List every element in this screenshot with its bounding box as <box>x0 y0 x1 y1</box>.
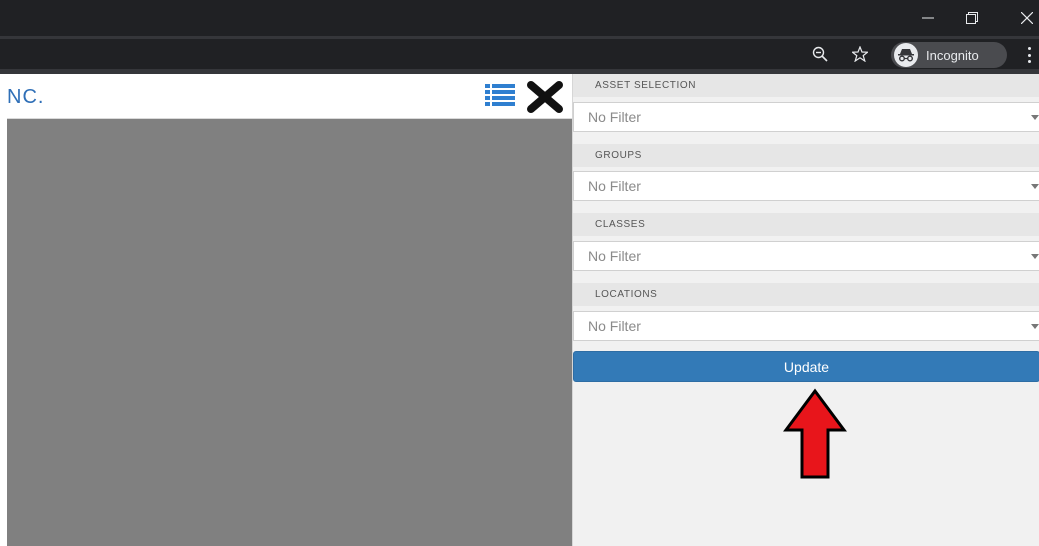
classes-label: CLASSES <box>573 213 1039 236</box>
web-page: NC. ASSET SELECTION No Filter GROUPS No … <box>0 74 1039 546</box>
list-icon[interactable] <box>485 83 515 107</box>
incognito-label: Incognito <box>926 47 979 63</box>
brand-name: NC. <box>7 86 45 108</box>
close-window-button[interactable] <box>1005 0 1039 36</box>
asset-selection-select[interactable]: No Filter <box>573 102 1039 132</box>
page-left-edge <box>0 74 7 546</box>
restore-icon <box>966 12 978 24</box>
close-window-icon <box>1021 12 1033 24</box>
minimize-icon <box>922 17 934 19</box>
zoom-out-icon <box>812 46 828 62</box>
asset-selection-label: ASSET SELECTION <box>573 74 1039 97</box>
map-area[interactable] <box>7 119 572 546</box>
groups-value: No Filter <box>588 178 641 194</box>
groups-label: GROUPS <box>573 144 1039 167</box>
update-button[interactable]: Update <box>573 351 1039 382</box>
minimize-button[interactable] <box>906 0 950 36</box>
bookmark-star-button[interactable] <box>848 42 872 66</box>
groups-select[interactable]: No Filter <box>573 171 1039 201</box>
restore-button[interactable] <box>950 0 994 36</box>
close-icon[interactable] <box>526 78 564 116</box>
chevron-down-icon <box>1031 254 1039 259</box>
chevron-down-icon <box>1031 324 1039 329</box>
star-icon <box>852 46 868 62</box>
asset-selection-value: No Filter <box>588 109 641 125</box>
classes-select[interactable]: No Filter <box>573 241 1039 271</box>
locations-label: LOCATIONS <box>573 283 1039 306</box>
classes-value: No Filter <box>588 248 641 264</box>
app-header: NC. <box>7 74 572 119</box>
incognito-icon <box>894 43 918 67</box>
locations-value: No Filter <box>588 318 641 334</box>
chevron-down-icon <box>1031 115 1039 120</box>
zoom-out-button[interactable] <box>808 42 832 66</box>
incognito-badge[interactable]: Incognito <box>891 42 1007 68</box>
chevron-down-icon <box>1031 184 1039 189</box>
browser-titlebar <box>0 0 1039 36</box>
kebab-menu-icon[interactable] <box>1022 44 1036 66</box>
address-bar[interactable] <box>0 39 1039 69</box>
arrow-up-icon <box>783 388 847 479</box>
locations-select[interactable]: No Filter <box>573 311 1039 341</box>
